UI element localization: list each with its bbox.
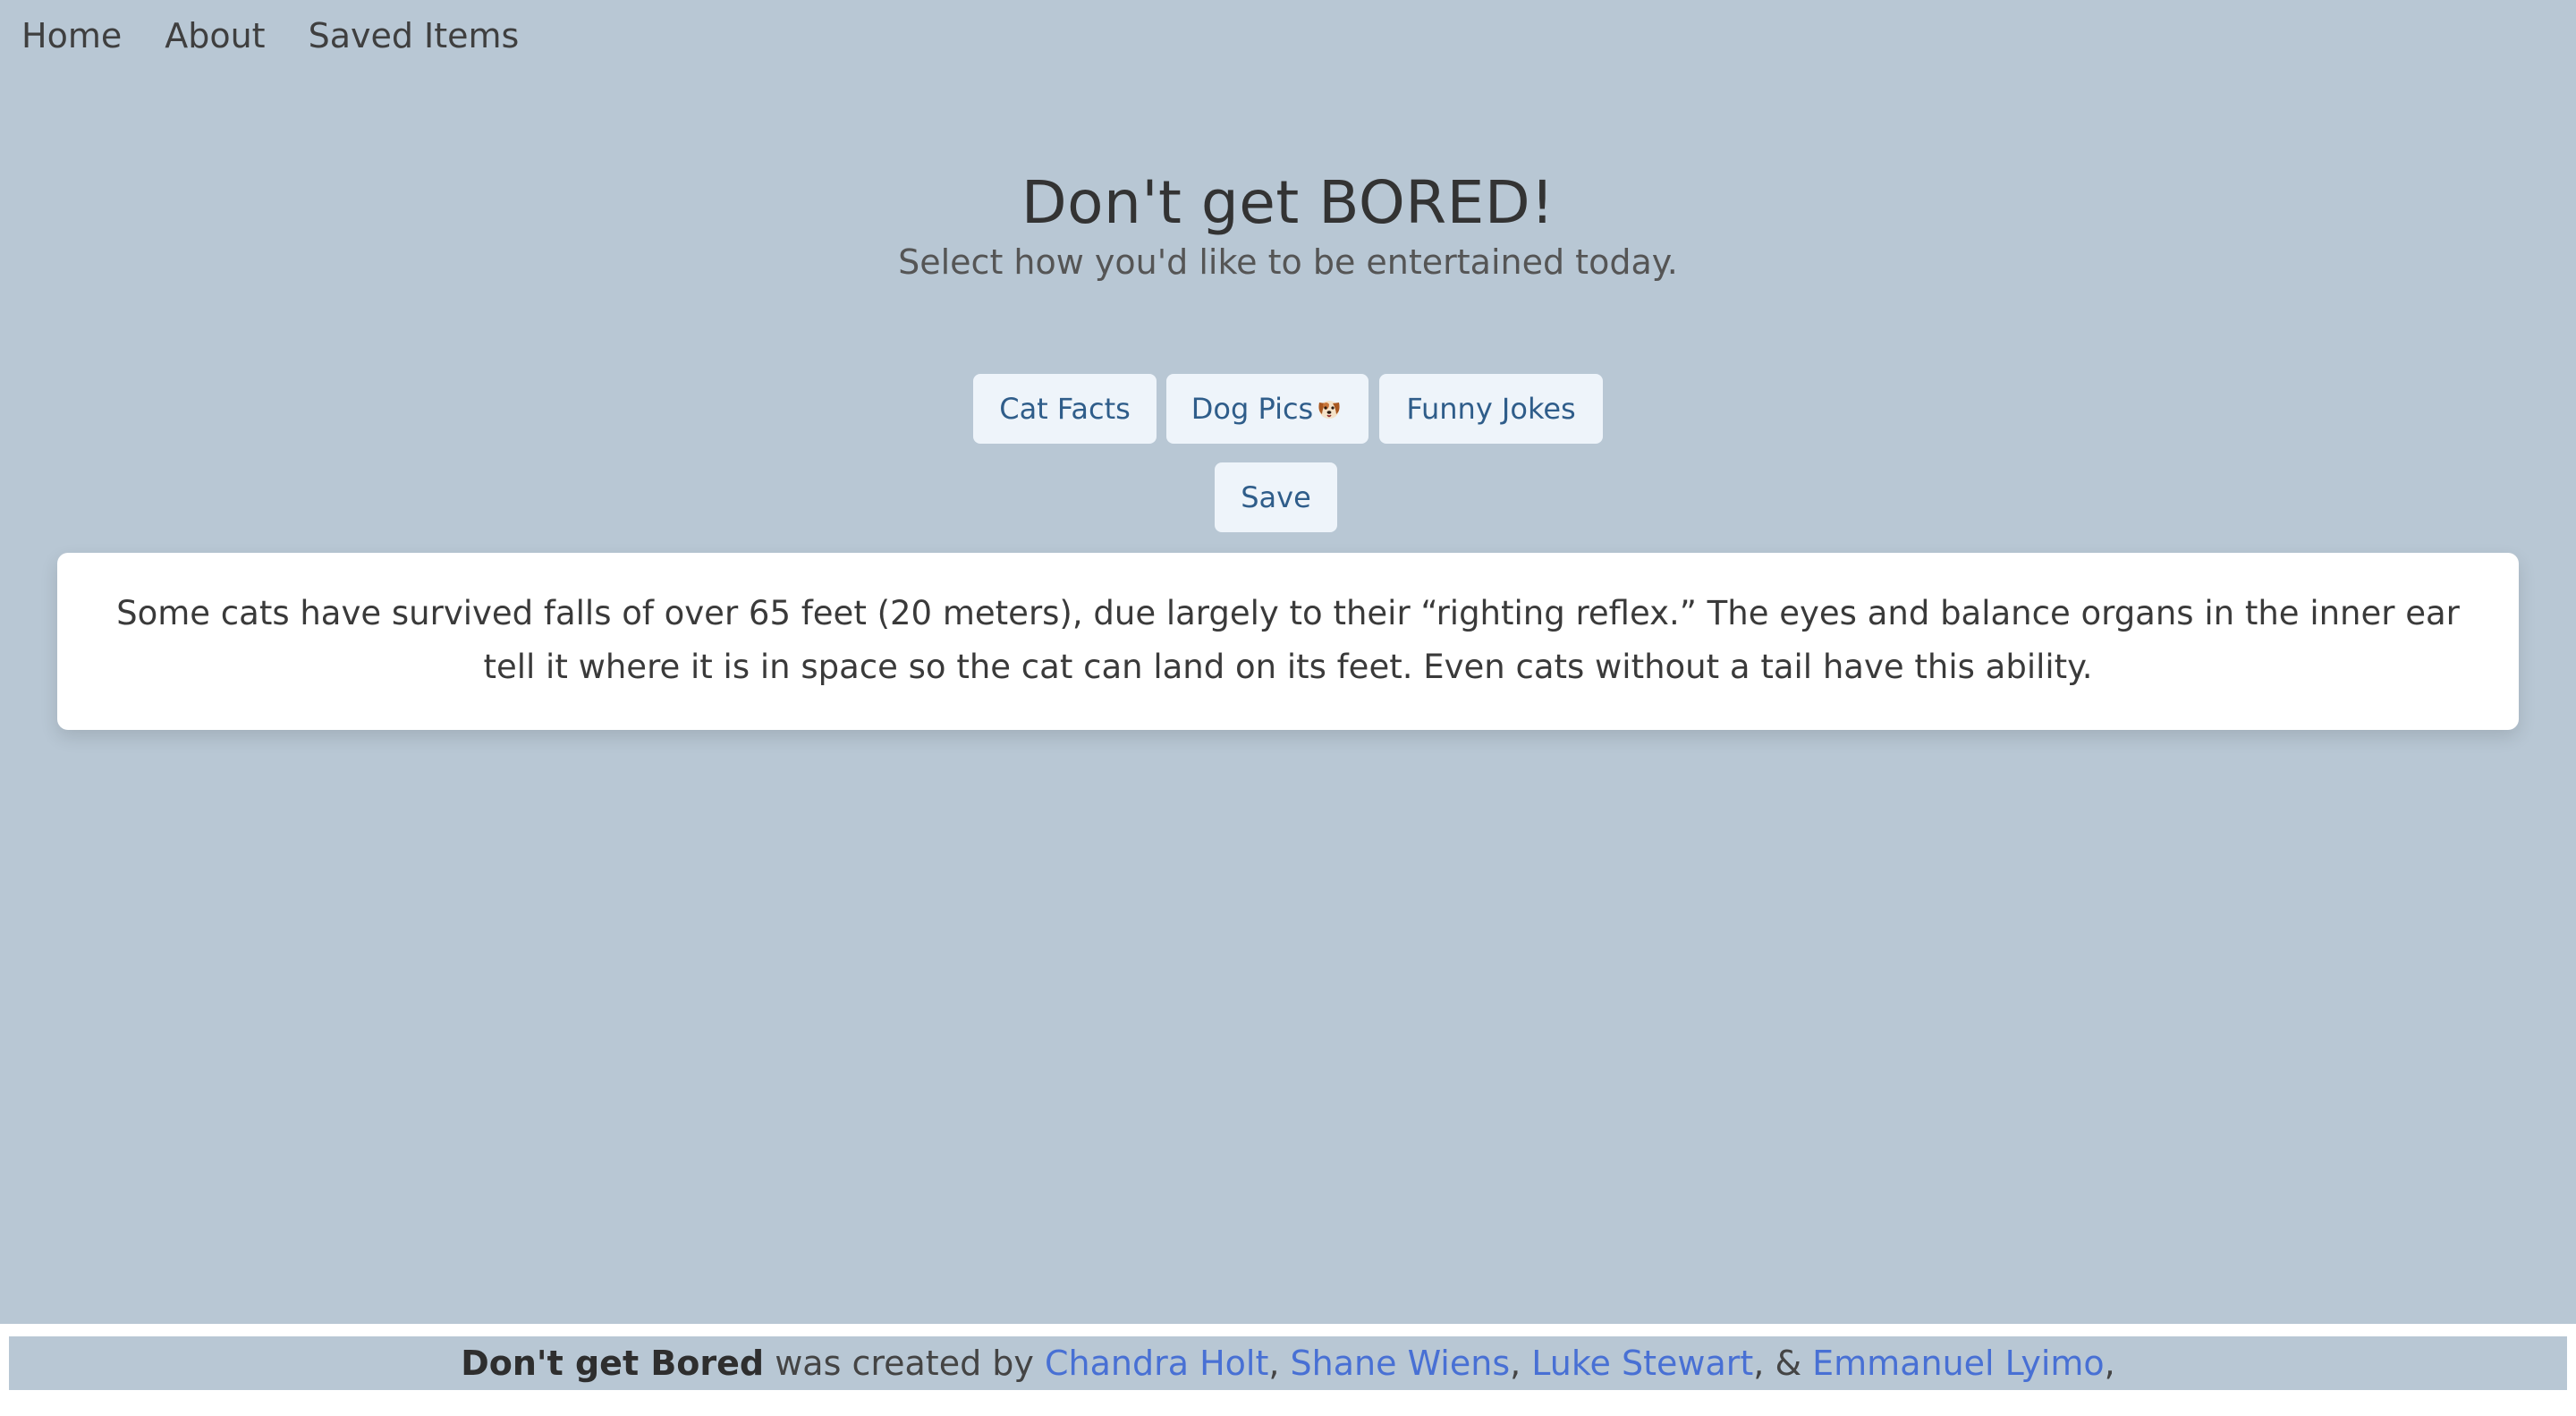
cat-facts-label: Cat Facts — [999, 392, 1131, 426]
page-title: Don't get BORED! — [1021, 168, 1555, 237]
cat-facts-button[interactable]: Cat Facts — [973, 374, 1157, 444]
fact-card: Some cats have survived falls of over 65… — [57, 553, 2519, 730]
footer-trailing-comma: , — [2104, 1344, 2115, 1383]
footer-separator: , — [1268, 1344, 1291, 1383]
dog-pics-label: Dog Pics — [1191, 392, 1314, 426]
author-link-luke-stewart[interactable]: Luke Stewart — [1531, 1344, 1753, 1383]
save-label: Save — [1241, 480, 1311, 514]
funny-jokes-label: Funny Jokes — [1406, 392, 1576, 426]
dog-face-icon — [1318, 401, 1340, 419]
nav-saved-items-link[interactable]: Saved Items — [309, 16, 520, 55]
save-button[interactable]: Save — [1215, 462, 1337, 532]
author-link-emmanuel-lyimo[interactable]: Emmanuel Lyimo — [1812, 1344, 2105, 1383]
author-link-shane-wiens[interactable]: Shane Wiens — [1291, 1344, 1511, 1383]
funny-jokes-button[interactable]: Funny Jokes — [1379, 374, 1603, 444]
dog-pics-button[interactable]: Dog Pics — [1166, 374, 1368, 444]
top-nav: Home About Saved Items — [21, 16, 519, 55]
footer-created-by-text: was created by — [764, 1344, 1045, 1383]
nav-about-link[interactable]: About — [165, 16, 265, 55]
footer-separator: , — [1510, 1344, 1532, 1383]
footer: Don't get Bored was created by Chandra H… — [9, 1336, 2567, 1390]
footer-app-name: Don't get Bored — [461, 1344, 765, 1383]
author-link-chandra-holt[interactable]: Chandra Holt — [1045, 1344, 1268, 1383]
page-subtitle: Select how you'd like to be entertained … — [898, 242, 1678, 282]
fact-text: Some cats have survived falls of over 65… — [116, 594, 2460, 686]
footer-separator: , & — [1753, 1344, 1813, 1383]
nav-home-link[interactable]: Home — [21, 16, 122, 55]
